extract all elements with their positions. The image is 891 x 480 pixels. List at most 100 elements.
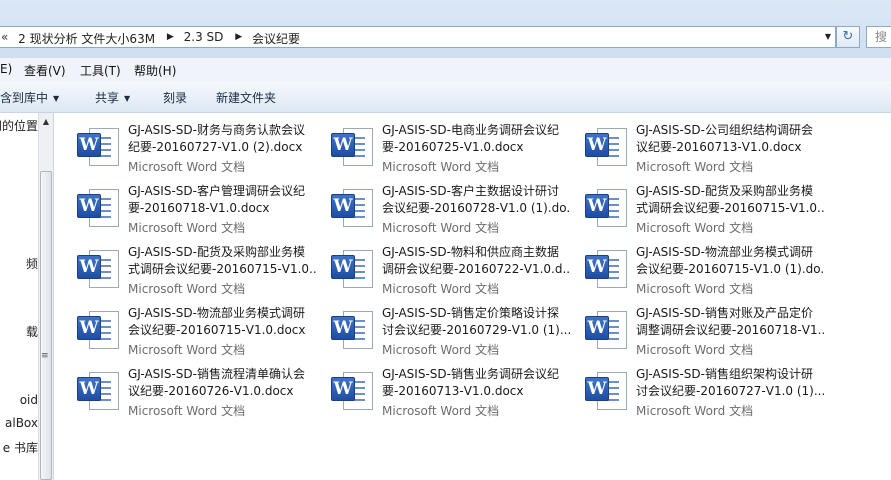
word-document-icon: W: [77, 372, 121, 410]
breadcrumb: « 2 现状分析 文件大小63M ▶ 2.3 SD ▶ 会议纪要: [0, 30, 300, 47]
file-name-line-1: GJ-ASIS-SD-销售流程清单确认会: [128, 367, 305, 381]
file-name-line-2: 议纪要-20160713-V1.0.docx: [636, 140, 802, 154]
share-label: 共享: [95, 91, 120, 105]
file-name-line-1: GJ-ASIS-SD-销售业务调研会议纪: [382, 367, 559, 381]
nav-item-downloads[interactable]: 载: [26, 323, 38, 340]
file-name: GJ-ASIS-SD-销售业务调研会议纪 要-20160713-V1.0.docx: [382, 366, 570, 400]
file-name: GJ-ASIS-SD-公司组织结构调研会 议纪要-20160713-V1.0.do…: [636, 122, 824, 156]
file-name-line-1: GJ-ASIS-SD-物流部业务模式调研: [128, 306, 305, 320]
nav-item-videos[interactable]: 频: [26, 255, 38, 272]
file-item[interactable]: W GJ-ASIS-SD-财务与商务认款会议 纪要-20160727-V1.0 (2…: [55, 115, 305, 174]
file-name-line-1: GJ-ASIS-SD-配货及采购部业务模: [128, 245, 305, 259]
refresh-button[interactable]: ↻: [836, 26, 860, 48]
word-document-icon: W: [585, 372, 629, 410]
address-history-dropdown[interactable]: ▼: [821, 27, 835, 47]
chevron-right-icon[interactable]: ▶: [167, 30, 174, 42]
chevron-down-icon: ▼: [124, 94, 131, 103]
new-folder-button[interactable]: 新建文件夹: [216, 89, 276, 106]
file-name-line-1: GJ-ASIS-SD-电商业务调研会议纪: [382, 123, 559, 137]
word-document-icon: W: [331, 189, 375, 227]
file-name-line-1: GJ-ASIS-SD-销售组织架构设计研: [636, 367, 813, 381]
file-name-line-2: 调整调研会议纪要-20160718-V1...: [636, 323, 824, 337]
file-name: GJ-ASIS-SD-财务与商务认款会议 纪要-20160727-V1.0 (2)…: [128, 122, 316, 156]
file-item[interactable]: W GJ-ASIS-SD-客户主数据设计研讨 会议纪要-20160728-V1.0 …: [309, 176, 570, 235]
search-input[interactable]: 搜: [866, 26, 891, 48]
file-item[interactable]: W GJ-ASIS-SD-物流部业务模式调研 会议纪要-20160715-V1.0.…: [55, 298, 306, 357]
nav-scrollbar[interactable]: ▲ ≡: [38, 113, 54, 480]
file-item[interactable]: W GJ-ASIS-SD-客户管理调研会议纪 要-20160718-V1.0.doc…: [55, 176, 305, 235]
nav-item-ebook-library[interactable]: e 书库: [3, 439, 38, 456]
file-type: Microsoft Word 文档: [636, 343, 754, 357]
file-name-line-2: 式调研会议纪要-20160715-V1.0...: [636, 201, 824, 215]
command-bar: 包含到库中 ▼ 共享 ▼ 刻录 新建文件夹: [0, 82, 891, 113]
file-list: W GJ-ASIS-SD-财务与商务认款会议 纪要-20160727-V1.0 (2…: [55, 113, 891, 480]
file-item[interactable]: W GJ-ASIS-SD-公司组织结构调研会 议纪要-20160713-V1.0.d…: [563, 115, 813, 174]
grip-icon: ≡: [41, 351, 49, 361]
file-name: GJ-ASIS-SD-客户管理调研会议纪 要-20160718-V1.0.docx: [128, 183, 316, 217]
word-document-icon: W: [331, 372, 375, 410]
file-name-line-2: 要-20160713-V1.0.docx: [382, 384, 524, 398]
menu-view[interactable]: 查看(V): [24, 62, 66, 79]
file-type: Microsoft Word 文档: [382, 160, 500, 174]
file-item[interactable]: W GJ-ASIS-SD-销售业务调研会议纪 要-20160713-V1.0.doc…: [309, 359, 559, 418]
word-document-icon: W: [331, 128, 375, 166]
file-item[interactable]: W GJ-ASIS-SD-物流部业务模式调研 会议纪要-20160715-V1.0 …: [563, 237, 824, 296]
file-item[interactable]: W GJ-ASIS-SD-配货及采购部业务模 式调研会议纪要-20160715-V1…: [55, 237, 316, 296]
file-name-line-2: 要-20160718-V1.0.docx: [128, 201, 270, 215]
burn-button[interactable]: 刻录: [163, 89, 187, 106]
file-type: Microsoft Word 文档: [382, 343, 500, 357]
word-document-icon: W: [331, 311, 375, 349]
file-item[interactable]: W GJ-ASIS-SD-销售组织架构设计研 讨会议纪要-20160727-V1.0…: [563, 359, 824, 418]
breadcrumb-item-minutes[interactable]: 会议纪要: [252, 30, 300, 47]
file-name: GJ-ASIS-SD-电商业务调研会议纪 要-20160725-V1.0.docx: [382, 122, 570, 156]
file-name-line-2: 式调研会议纪要-20160715-V1.0....: [128, 262, 316, 276]
menu-edit[interactable]: E): [0, 62, 12, 76]
file-name: GJ-ASIS-SD-客户主数据设计研讨 会议纪要-20160728-V1.0 (…: [382, 183, 570, 217]
include-in-library-button[interactable]: 包含到库中 ▼: [0, 89, 59, 106]
menu-tools[interactable]: 工具(T): [80, 62, 121, 79]
word-document-icon: W: [77, 311, 121, 349]
file-type: Microsoft Word 文档: [128, 221, 246, 235]
file-item[interactable]: W GJ-ASIS-SD-销售定价策略设计探 讨会议纪要-20160729-V1.0…: [309, 298, 570, 357]
breadcrumb-item-sd[interactable]: 2.3 SD: [184, 30, 224, 44]
file-name: GJ-ASIS-SD-物料和供应商主数据 调研会议纪要-20160722-V1.0…: [382, 244, 570, 278]
chevron-right-icon[interactable]: ▶: [235, 30, 242, 42]
nav-item-recent-places[interactable]: 问的位置: [0, 117, 38, 134]
scrollbar-thumb[interactable]: [40, 171, 52, 480]
file-item[interactable]: W GJ-ASIS-SD-配货及采购部业务模 式调研会议纪要-20160715-V1…: [563, 176, 824, 235]
file-item[interactable]: W GJ-ASIS-SD-销售流程清单确认会 议纪要-20160726-V1.0.d…: [55, 359, 305, 418]
scroll-up-arrow-icon[interactable]: ▲: [39, 115, 53, 129]
file-name-line-2: 调研会议纪要-20160722-V1.0.d...: [382, 262, 570, 276]
file-name-line-1: GJ-ASIS-SD-公司组织结构调研会: [636, 123, 813, 137]
file-name-line-1: GJ-ASIS-SD-客户主数据设计研讨: [382, 184, 559, 198]
word-document-icon: W: [331, 250, 375, 288]
file-name-line-2: 讨会议纪要-20160729-V1.0 (1)....: [382, 323, 570, 337]
file-type: Microsoft Word 文档: [128, 343, 246, 357]
file-name-line-2: 要-20160725-V1.0.docx: [382, 140, 524, 154]
navigation-pane: 问的位置 频 载 oid alBox e 书库: [0, 113, 38, 480]
breadcrumb-overflow-button[interactable]: «: [1, 30, 8, 44]
file-name-line-2: 会议纪要-20160715-V1.0 (1).do...: [636, 262, 824, 276]
file-name-line-2: 纪要-20160727-V1.0 (2).docx: [128, 140, 303, 154]
file-item[interactable]: W GJ-ASIS-SD-电商业务调研会议纪 要-20160725-V1.0.doc…: [309, 115, 559, 174]
include-library-label: 包含到库中: [0, 91, 49, 105]
refresh-icon: ↻: [842, 29, 854, 44]
nav-item-dropbox[interactable]: alBox: [5, 416, 38, 430]
nav-item-oid[interactable]: oid: [20, 393, 38, 407]
file-type: Microsoft Word 文档: [636, 404, 754, 418]
word-document-icon: W: [77, 250, 121, 288]
menu-bar: E) 查看(V) 工具(T) 帮助(H): [0, 58, 891, 83]
share-button[interactable]: 共享 ▼: [95, 89, 130, 106]
menu-help[interactable]: 帮助(H): [134, 62, 176, 79]
file-item[interactable]: W GJ-ASIS-SD-销售对账及产品定价 调整调研会议纪要-20160718-V…: [563, 298, 824, 357]
chevron-down-icon: ▼: [53, 94, 60, 103]
file-name: GJ-ASIS-SD-配货及采购部业务模 式调研会议纪要-20160715-V1.…: [128, 244, 316, 278]
file-type: Microsoft Word 文档: [382, 404, 500, 418]
file-name-line-1: GJ-ASIS-SD-配货及采购部业务模: [636, 184, 813, 198]
word-document-icon: W: [585, 128, 629, 166]
file-type: Microsoft Word 文档: [128, 282, 246, 296]
file-item[interactable]: W GJ-ASIS-SD-物料和供应商主数据 调研会议纪要-20160722-V1.…: [309, 237, 570, 296]
address-bar[interactable]: « 2 现状分析 文件大小63M ▶ 2.3 SD ▶ 会议纪要 ▼: [0, 26, 836, 48]
file-name-line-1: GJ-ASIS-SD-销售对账及产品定价: [636, 306, 813, 320]
breadcrumb-item-analysis[interactable]: 2 现状分析 文件大小63M: [18, 30, 155, 47]
